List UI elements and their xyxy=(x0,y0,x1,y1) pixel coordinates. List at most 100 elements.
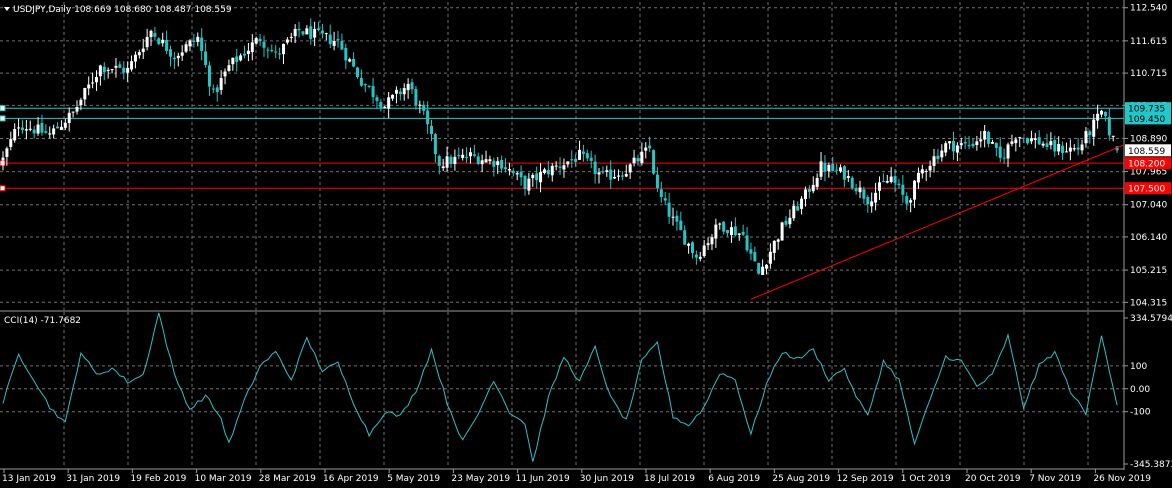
candle-body xyxy=(729,227,733,236)
candle-body xyxy=(546,170,550,175)
candle-body xyxy=(1057,144,1061,152)
candle-body xyxy=(1041,143,1045,146)
candle-body xyxy=(172,57,176,60)
candle-body xyxy=(998,146,1002,158)
candle-body xyxy=(157,38,161,45)
candle-body xyxy=(640,151,644,164)
x-tick-label: 19 Feb 2019 xyxy=(130,474,186,484)
candle-body xyxy=(659,189,663,197)
candle-body xyxy=(281,43,285,55)
candle-body xyxy=(48,133,52,135)
x-tick-label: 7 Nov 2019 xyxy=(1029,474,1081,484)
candle-body xyxy=(722,221,726,232)
candle-body xyxy=(324,33,328,35)
candle-body xyxy=(317,28,321,30)
candle-body xyxy=(835,169,839,171)
candle-body xyxy=(718,223,722,225)
candle-body xyxy=(1064,151,1068,153)
candle-body xyxy=(1092,119,1096,137)
candle-body xyxy=(897,183,901,186)
candle-body xyxy=(402,88,406,95)
candle-body xyxy=(800,198,804,209)
candle-body xyxy=(874,192,878,203)
candle-body xyxy=(9,139,13,147)
candle-body xyxy=(562,165,566,170)
x-tick-label: 20 Oct 2019 xyxy=(965,474,1021,484)
candle-body xyxy=(807,189,811,192)
candle-body xyxy=(433,134,437,155)
candle-body xyxy=(1111,135,1115,137)
candle-body xyxy=(889,176,893,182)
cci-tick-label: 0.00 xyxy=(1130,385,1150,395)
candle-body xyxy=(690,242,694,254)
chart-canvas: 112.540111.615110.715109.815108.890107.9… xyxy=(0,0,1172,488)
candle-body xyxy=(710,237,714,245)
candle-body xyxy=(792,205,796,219)
candle-body xyxy=(839,167,843,172)
y-tick-label: 111.615 xyxy=(1130,37,1167,47)
candle-body xyxy=(301,31,305,35)
candle-body xyxy=(355,67,359,78)
candle-body xyxy=(36,124,40,134)
candle-body xyxy=(1014,139,1018,144)
candle-body xyxy=(714,224,718,239)
candle-body xyxy=(344,47,348,61)
candle-body xyxy=(149,30,153,38)
candle-body xyxy=(687,243,691,246)
candle-body xyxy=(110,69,114,71)
candle-body xyxy=(270,50,274,52)
candle-body xyxy=(706,243,710,246)
candle-body xyxy=(741,231,745,235)
candle-body xyxy=(858,187,862,193)
candle-body xyxy=(944,143,948,153)
cci-tick-label: -100 xyxy=(1130,408,1151,418)
candle-body xyxy=(75,107,79,112)
candle-body xyxy=(667,202,671,217)
candle-body xyxy=(285,39,289,43)
candle-body xyxy=(56,126,60,129)
candle-body xyxy=(581,151,585,154)
candle-body xyxy=(527,178,531,191)
x-tick-label: 10 Mar 2019 xyxy=(195,474,252,484)
candle-body xyxy=(936,155,940,160)
candle-body xyxy=(1010,141,1014,144)
candle-body xyxy=(1080,144,1084,151)
price-pane-title: USDJPY,Daily 108.669 108.680 108.487 108… xyxy=(13,5,232,15)
candle-body xyxy=(266,49,270,51)
candle-body xyxy=(122,67,126,73)
candle-body xyxy=(196,36,200,42)
candle-body xyxy=(449,156,453,164)
candle-body xyxy=(967,145,971,147)
hline-price-tag: 109.450 xyxy=(1128,115,1165,125)
candle-body xyxy=(870,201,874,207)
candle-body xyxy=(1029,138,1033,142)
candle-body xyxy=(550,165,554,176)
candle-body xyxy=(59,126,63,130)
candle-body xyxy=(465,156,469,158)
candle-body xyxy=(765,264,769,269)
candle-body xyxy=(893,176,897,183)
candle-body xyxy=(133,54,137,62)
candle-body xyxy=(223,71,227,77)
candle-body xyxy=(297,28,301,31)
candle-body xyxy=(620,175,624,177)
candle-body xyxy=(274,51,278,53)
hline-handle-icon[interactable] xyxy=(0,115,6,122)
hline-handle-icon[interactable] xyxy=(0,105,6,112)
candle-body xyxy=(461,154,465,158)
candle-body xyxy=(616,175,620,177)
candle-body xyxy=(566,161,570,165)
candle-body xyxy=(231,57,235,65)
candle-body xyxy=(13,129,17,141)
candle-body xyxy=(632,157,636,164)
current-price-tag: 108.559 xyxy=(1128,147,1165,157)
candle-body xyxy=(932,156,936,166)
candle-body xyxy=(176,55,180,59)
candle-body xyxy=(391,94,395,99)
candle-body xyxy=(609,169,613,180)
hline-handle-icon[interactable] xyxy=(0,185,6,192)
candle-body xyxy=(1084,131,1088,144)
x-tick-label: 6 Aug 2019 xyxy=(708,474,760,484)
candle-body xyxy=(877,182,881,191)
candle-body xyxy=(916,172,920,183)
